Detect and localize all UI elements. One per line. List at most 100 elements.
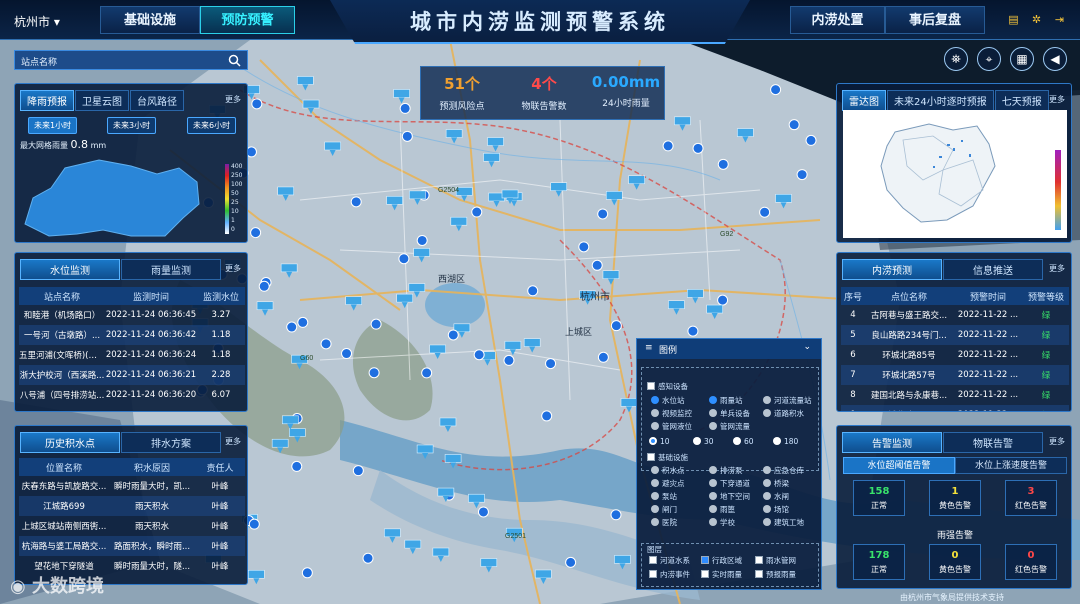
marker-icon[interactable] bbox=[651, 409, 659, 417]
forecast-more-link[interactable]: 更多 bbox=[225, 94, 241, 105]
marker-icon[interactable] bbox=[763, 518, 771, 526]
legend-layer-item[interactable]: 内涝事件 bbox=[649, 569, 690, 580]
tab-review[interactable]: 事后复盘 bbox=[885, 6, 985, 34]
legend-item[interactable]: 积水点 bbox=[651, 465, 685, 476]
marker-icon[interactable] bbox=[651, 466, 659, 474]
rain-station-marker[interactable] bbox=[271, 438, 289, 448]
tab-history-points[interactable]: 历史积水点 bbox=[20, 432, 120, 453]
water-station-marker[interactable] bbox=[251, 98, 263, 110]
rain-station-marker[interactable] bbox=[409, 190, 426, 200]
locate-icon[interactable]: ⌖ bbox=[977, 47, 1001, 71]
gear-icon[interactable]: ✲ bbox=[1030, 13, 1043, 26]
marker-icon[interactable] bbox=[709, 492, 717, 500]
marker-icon[interactable] bbox=[763, 466, 771, 474]
chart-icon[interactable]: ▤ bbox=[1007, 13, 1020, 26]
rain-station-marker[interactable] bbox=[614, 555, 631, 564]
water-station-marker[interactable] bbox=[527, 285, 539, 297]
marker-icon[interactable] bbox=[651, 492, 659, 500]
water-station-marker[interactable] bbox=[250, 227, 262, 239]
rain-station-marker[interactable] bbox=[706, 304, 723, 314]
marker-icon[interactable] bbox=[651, 422, 659, 430]
rain-station-marker[interactable] bbox=[429, 344, 446, 354]
rain-station-marker[interactable] bbox=[393, 89, 410, 98]
alarm-card[interactable]: 0 黄色告警 bbox=[929, 544, 981, 580]
forecast-6h-button[interactable]: 未来6小时 bbox=[187, 117, 237, 134]
rain-station-marker[interactable] bbox=[396, 293, 414, 303]
table-row[interactable]: 7 环城北路57号 2022-11-22 ... 绿 bbox=[841, 365, 1069, 385]
legend-item[interactable]: 建筑工地 bbox=[763, 517, 804, 528]
city-selector[interactable]: 杭州市 ▾ bbox=[14, 13, 60, 30]
legend-header[interactable]: ≡ 图例 ⌄ bbox=[637, 339, 821, 359]
water-station-marker[interactable] bbox=[687, 325, 699, 337]
tab-rain-forecast[interactable]: 降雨预报 bbox=[20, 90, 74, 111]
marker-icon[interactable] bbox=[709, 396, 717, 404]
marker-icon[interactable] bbox=[651, 518, 659, 526]
legend-item[interactable]: 地下空间 bbox=[709, 491, 750, 502]
legend-item[interactable]: 避灾点 bbox=[651, 478, 685, 489]
tab-alarm-monitor[interactable]: 告警监测 bbox=[842, 432, 942, 453]
rain-station-marker[interactable] bbox=[404, 539, 422, 549]
marker-icon[interactable] bbox=[709, 479, 717, 487]
tab-handling[interactable]: 内涝处置 bbox=[790, 6, 885, 34]
rain-station-marker[interactable] bbox=[289, 428, 306, 437]
alarm-card[interactable]: 0 红色告警 bbox=[1005, 544, 1057, 580]
rain-station-marker[interactable] bbox=[668, 300, 685, 310]
legend-radio[interactable]: 30 bbox=[693, 437, 714, 446]
table-row[interactable]: 一号河（古墩路）... 2022-11-24 06:36:42 1.18 bbox=[19, 325, 245, 345]
water-station-marker[interactable] bbox=[545, 358, 557, 370]
tab-rainfall[interactable]: 雨量监测 bbox=[121, 259, 221, 280]
checkbox-icon[interactable] bbox=[755, 556, 763, 564]
rain-station-marker[interactable] bbox=[437, 487, 455, 497]
water-station-marker[interactable] bbox=[796, 169, 808, 181]
marker-icon[interactable] bbox=[651, 396, 659, 404]
rain-station-marker[interactable] bbox=[432, 547, 450, 557]
tab-drainage-plan[interactable]: 排水方案 bbox=[121, 432, 221, 453]
water-station-marker[interactable] bbox=[401, 130, 413, 142]
alarm-card[interactable]: 178 正常 bbox=[853, 544, 905, 580]
water-station-marker[interactable] bbox=[398, 253, 410, 265]
rain-station-marker[interactable] bbox=[686, 289, 704, 298]
tab-flood-prediction[interactable]: 内涝预测 bbox=[842, 259, 942, 280]
rain-station-marker[interactable] bbox=[444, 454, 462, 463]
water-more-link[interactable]: 更多 bbox=[225, 263, 241, 274]
water-station-marker[interactable] bbox=[421, 367, 433, 379]
checkbox-icon[interactable] bbox=[647, 382, 655, 390]
water-station-marker[interactable] bbox=[341, 348, 353, 360]
chevron-down-icon[interactable]: ⌄ bbox=[803, 342, 811, 352]
tab-water-level[interactable]: 水位监测 bbox=[20, 259, 120, 280]
radio-icon[interactable] bbox=[693, 437, 701, 445]
alarm-card[interactable]: 1 黄色告警 bbox=[929, 480, 981, 516]
legend-group-devices-toggle[interactable]: 感知设备 bbox=[647, 381, 688, 392]
legend-item[interactable]: 水闸 bbox=[763, 491, 789, 502]
rain-station-marker[interactable] bbox=[256, 301, 274, 311]
table-row[interactable]: 庆春东路与凯旋路交... 瞬时雨量大时，凯... 叶峰 bbox=[19, 476, 245, 496]
legend-radio[interactable]: 10 bbox=[649, 437, 670, 446]
rain-station-marker[interactable] bbox=[408, 283, 426, 292]
rain-station-marker[interactable] bbox=[248, 569, 265, 579]
water-station-marker[interactable] bbox=[759, 206, 771, 218]
legend-item[interactable]: 泵站 bbox=[651, 491, 677, 502]
radio-icon[interactable] bbox=[733, 437, 741, 445]
water-station-marker[interactable] bbox=[610, 320, 622, 332]
alarm-more-link[interactable]: 更多 bbox=[1049, 436, 1065, 447]
legend-item[interactable]: 闸门 bbox=[651, 504, 677, 515]
marker-icon[interactable] bbox=[709, 409, 717, 417]
water-station-marker[interactable] bbox=[473, 349, 485, 361]
tab-7day-forecast[interactable]: 七天预报 bbox=[994, 90, 1049, 111]
water-station-marker[interactable] bbox=[692, 142, 704, 154]
rain-station-marker[interactable] bbox=[280, 263, 298, 273]
legend-item[interactable]: 视频监控 bbox=[651, 408, 692, 419]
tab-typhoon[interactable]: 台风路径 bbox=[130, 90, 184, 111]
rain-station-marker[interactable] bbox=[384, 528, 401, 538]
radio-icon[interactable] bbox=[649, 437, 657, 445]
table-row[interactable]: 江城路699 雨天积水 叶峰 bbox=[19, 496, 245, 516]
rain-station-marker[interactable] bbox=[550, 182, 568, 191]
water-station-marker[interactable] bbox=[368, 367, 380, 379]
speaker-icon[interactable]: ◀ bbox=[1043, 47, 1067, 71]
table-row[interactable]: 8 建国北路与永康巷... 2022-11-22 ... 绿 bbox=[841, 385, 1069, 405]
rain-station-marker[interactable] bbox=[523, 338, 541, 347]
legend-item[interactable]: 桥梁 bbox=[763, 478, 789, 489]
marker-icon[interactable] bbox=[763, 492, 771, 500]
legend-item[interactable]: 场馆 bbox=[763, 504, 789, 515]
grid-icon[interactable]: ▦ bbox=[1010, 47, 1034, 71]
